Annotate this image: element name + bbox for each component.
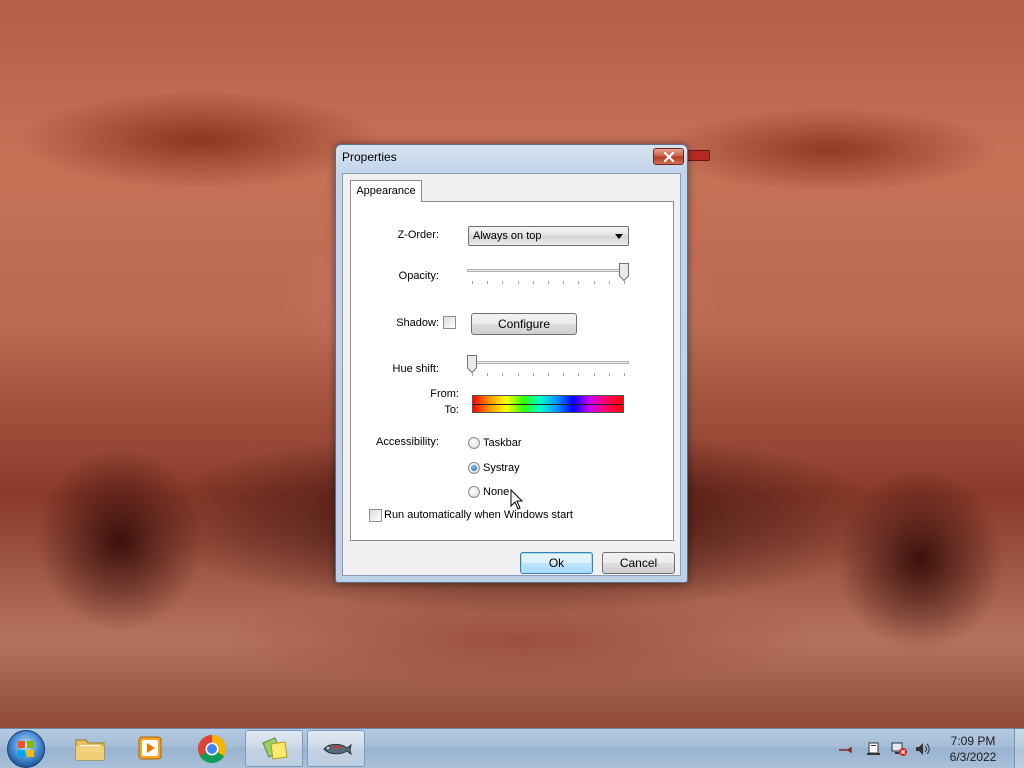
hue-slider-track — [467, 361, 629, 364]
radio-taskbar[interactable] — [468, 437, 480, 449]
slider-tick — [624, 281, 625, 284]
slider-tick — [487, 373, 489, 376]
tray-fish-icon[interactable] — [838, 747, 852, 753]
slider-tick — [532, 373, 534, 376]
slider-tick — [563, 373, 565, 376]
hue-to-band — [473, 405, 623, 412]
slider-tick — [548, 281, 549, 284]
hue-from-label: From: — [430, 388, 459, 400]
slider-tick — [593, 373, 595, 376]
shadow-checkbox[interactable] — [443, 316, 456, 329]
slider-tick — [502, 281, 504, 284]
slider-tick — [578, 281, 580, 284]
taskbar-chrome[interactable] — [183, 730, 241, 767]
radio-none[interactable] — [468, 486, 480, 498]
opacity-slider-thumb[interactable] — [619, 263, 629, 281]
autorun-checkbox[interactable] — [369, 509, 382, 522]
hue-spectrum-preview — [472, 395, 624, 413]
sticky-notes-icon — [262, 737, 288, 760]
cancel-button[interactable]: Cancel — [602, 552, 675, 574]
fish-app-icon — [323, 743, 352, 756]
shadow-label: Shadow: — [396, 317, 439, 329]
slider-tick — [578, 373, 580, 376]
hue-slider-thumb[interactable] — [467, 355, 477, 373]
slider-tick — [563, 281, 565, 284]
windows-explorer-icon — [75, 739, 105, 761]
hue-shift-slider[interactable] — [467, 355, 629, 379]
accessibility-label: Accessibility: — [376, 436, 439, 448]
zorder-label: Z-Order: — [397, 229, 439, 241]
slider-tick — [502, 373, 504, 376]
slider-tick — [472, 373, 473, 376]
network-error-icon[interactable] — [890, 741, 908, 757]
ok-button[interactable]: Ok — [520, 552, 593, 574]
mouse-cursor-icon — [510, 489, 524, 510]
radio-none-label[interactable]: None — [483, 486, 509, 498]
dialog-title: Properties — [342, 150, 397, 164]
taskbar: 7:09 PM 6/3/2022 — [0, 728, 1024, 768]
close-icon — [663, 151, 674, 162]
radio-taskbar-label[interactable]: Taskbar — [483, 437, 522, 449]
hue-from-band — [473, 396, 623, 404]
taskbar-clock[interactable]: 7:09 PM 6/3/2022 — [930, 733, 1016, 765]
taskbar-sticky-notes[interactable] — [245, 730, 303, 767]
taskbar-fish-app[interactable] — [307, 730, 365, 767]
action-center-icon[interactable] — [866, 741, 882, 757]
clock-date: 6/3/2022 — [949, 750, 997, 764]
tab-appearance[interactable]: Appearance — [350, 180, 422, 202]
slider-tick — [608, 281, 610, 284]
opacity-slider[interactable] — [467, 263, 629, 287]
chrome-icon — [198, 735, 226, 763]
windows-logo-icon — [18, 741, 34, 757]
zorder-select[interactable]: Always on top — [468, 226, 629, 246]
slider-tick — [624, 373, 625, 376]
radio-systray[interactable] — [468, 462, 480, 474]
slider-tick — [472, 281, 473, 284]
chevron-down-icon — [615, 234, 623, 239]
clock-time: 7:09 PM — [950, 734, 996, 748]
slider-tick — [487, 281, 489, 284]
close-button[interactable] — [653, 148, 684, 165]
media-player-icon — [138, 736, 162, 760]
hue-to-label: To: — [444, 404, 459, 416]
configure-button[interactable]: Configure — [471, 313, 577, 335]
start-button[interactable] — [7, 730, 45, 768]
autorun-label[interactable]: Run automatically when Windows start — [384, 509, 573, 521]
slider-tick — [517, 281, 519, 284]
slider-tick — [517, 373, 519, 376]
radio-systray-label[interactable]: Systray — [483, 462, 520, 474]
zorder-value: Always on top — [473, 230, 542, 242]
slider-tick — [608, 373, 610, 376]
opacity-slider-track — [467, 269, 629, 272]
properties-dialog: Properties Appearance Z-Order: Always on… — [335, 144, 688, 583]
slider-tick — [593, 281, 595, 284]
taskbar-explorer[interactable] — [61, 730, 119, 767]
hue-shift-label: Hue shift: — [392, 363, 439, 375]
dialog-client-area: Appearance Z-Order: Always on top Opacit… — [342, 173, 681, 576]
show-desktop-button[interactable] — [1014, 729, 1024, 768]
opacity-label: Opacity: — [398, 270, 439, 282]
slider-tick — [548, 373, 549, 376]
slider-tick — [532, 281, 534, 284]
taskbar-media-player[interactable] — [122, 730, 180, 767]
